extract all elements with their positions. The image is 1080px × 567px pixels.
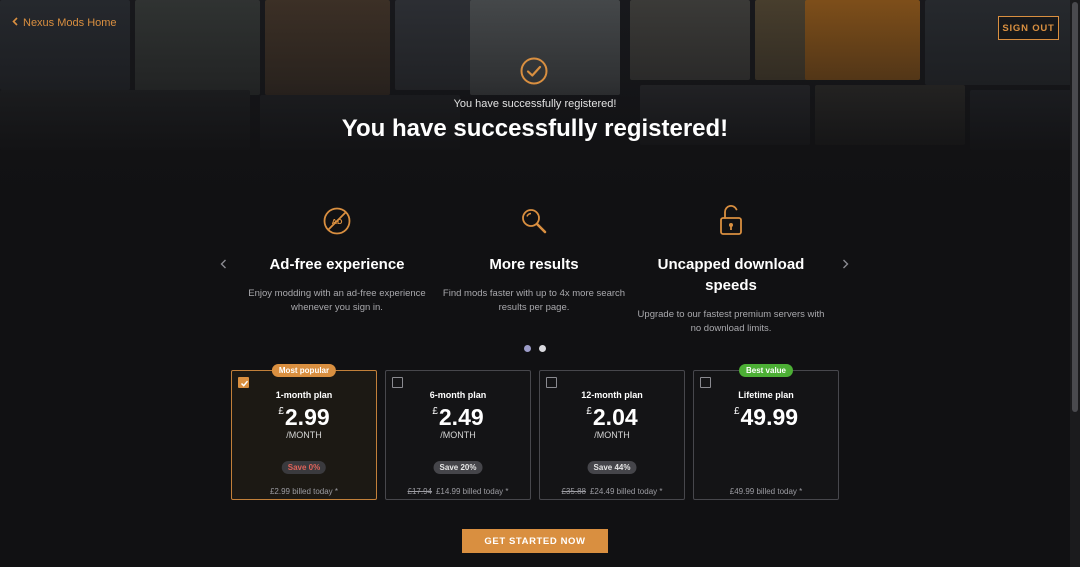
plan-card-lifetime[interactable]: Best value Lifetime plan £49.99 £49.99 b… <box>693 364 839 500</box>
feature-title: More results <box>489 256 579 273</box>
carousel-dot-1[interactable] <box>524 345 531 352</box>
price-amount: 2.49 <box>438 404 484 430</box>
most-popular-badge: Most popular <box>271 364 337 377</box>
price-period: /MONTH <box>594 430 630 440</box>
billed-amount: £49.99 billed today * <box>729 487 803 496</box>
currency-symbol: £ <box>278 406 284 417</box>
billed-text: £2.99 billed today * <box>232 487 376 496</box>
home-link-label: Nexus Mods Home <box>23 17 117 29</box>
currency-symbol: £ <box>733 406 740 417</box>
plan-card-12-month[interactable]: 12-month plan £2.04 /MONTH Save 44% £35.… <box>539 370 685 500</box>
plan-name: 6-month plan <box>429 390 487 400</box>
chevron-right-icon <box>843 259 849 269</box>
feature-description: Enjoy modding with an ad-free experience… <box>248 288 426 313</box>
price-amount: 2.04 <box>592 404 638 430</box>
plan-card-1-month[interactable]: Most popular 1-month plan £2.99 /MONTH S… <box>231 364 377 500</box>
feature-title: Ad-free experience <box>269 256 405 273</box>
price-amount: 2.99 <box>284 404 330 430</box>
feature-title: Uncapped download speeds <box>657 256 805 294</box>
feature-description: Find mods faster with up to 4x more sear… <box>442 288 626 313</box>
scrollbar[interactable] <box>1070 0 1080 567</box>
carousel-dot-2[interactable] <box>539 345 546 352</box>
carousel-next-button[interactable] <box>842 256 849 272</box>
currency-symbol: £ <box>432 406 438 417</box>
unlock-icon <box>631 200 831 242</box>
billed-amount: £24.49 billed today * <box>589 487 663 496</box>
plan-checkbox[interactable] <box>546 377 557 388</box>
plan-price: £2.04 <box>540 404 684 431</box>
billed-text: £49.99 billed today * <box>694 487 838 496</box>
feature-more-results: More results Find mods faster with up to… <box>434 200 634 315</box>
save-badge: Save 44% <box>587 461 637 474</box>
plan-price: £2.49 <box>386 404 530 431</box>
plan-name: 12-month plan <box>581 390 643 400</box>
scrollbar-thumb[interactable] <box>1072 2 1078 412</box>
nexus-mods-home-link[interactable]: Nexus Mods Home <box>12 17 117 29</box>
plan-name: Lifetime plan <box>738 390 794 400</box>
billed-amount: £2.99 billed today * <box>269 487 339 496</box>
billed-text: £35.88 £24.49 billed today * <box>540 487 684 496</box>
feature-ad-free: AD Ad-free experience Enjoy modding with… <box>237 200 437 315</box>
checkmark-icon <box>240 380 249 387</box>
price-amount: 49.99 <box>740 404 799 430</box>
plan-card-6-month[interactable]: 6-month plan £2.49 /MONTH Save 20% £17.9… <box>385 370 531 500</box>
check-circle-icon <box>519 56 549 86</box>
chevron-left-icon <box>220 259 226 269</box>
page-title: You have successfully registered! <box>341 115 729 142</box>
save-badge: Save 20% <box>433 461 483 474</box>
original-price: £17.94 <box>407 487 432 496</box>
get-started-button[interactable]: GET STARTED NOW <box>462 529 608 553</box>
success-subtitle: You have successfully registered! <box>453 98 617 110</box>
plan-checkbox[interactable] <box>392 377 403 388</box>
billed-text: £17.94 £14.99 billed today * <box>386 487 530 496</box>
plan-checkbox[interactable] <box>238 377 249 388</box>
currency-symbol: £ <box>586 406 592 417</box>
svg-text:AD: AD <box>332 217 343 226</box>
feature-description: Upgrade to our fastest premium servers w… <box>637 309 825 334</box>
magnifier-icon <box>434 200 634 242</box>
plan-price: £49.99 <box>694 404 838 431</box>
plan-price: £2.99 <box>232 404 376 431</box>
carousel-prev-button[interactable] <box>220 256 227 272</box>
plan-name: 1-month plan <box>275 390 333 400</box>
chevron-left-icon <box>12 17 18 29</box>
feature-uncapped-speeds: Uncapped download speeds Upgrade to our … <box>631 200 831 336</box>
original-price: £35.88 <box>561 487 586 496</box>
best-value-badge: Best value <box>738 364 794 377</box>
plan-checkbox[interactable] <box>700 377 711 388</box>
price-period: /MONTH <box>286 430 322 440</box>
save-badge: Save 0% <box>281 461 327 474</box>
price-period: /MONTH <box>440 430 476 440</box>
sign-out-button[interactable]: SIGN OUT <box>998 16 1059 40</box>
ad-block-icon: AD <box>237 200 437 242</box>
billed-amount: £14.99 billed today * <box>435 487 509 496</box>
